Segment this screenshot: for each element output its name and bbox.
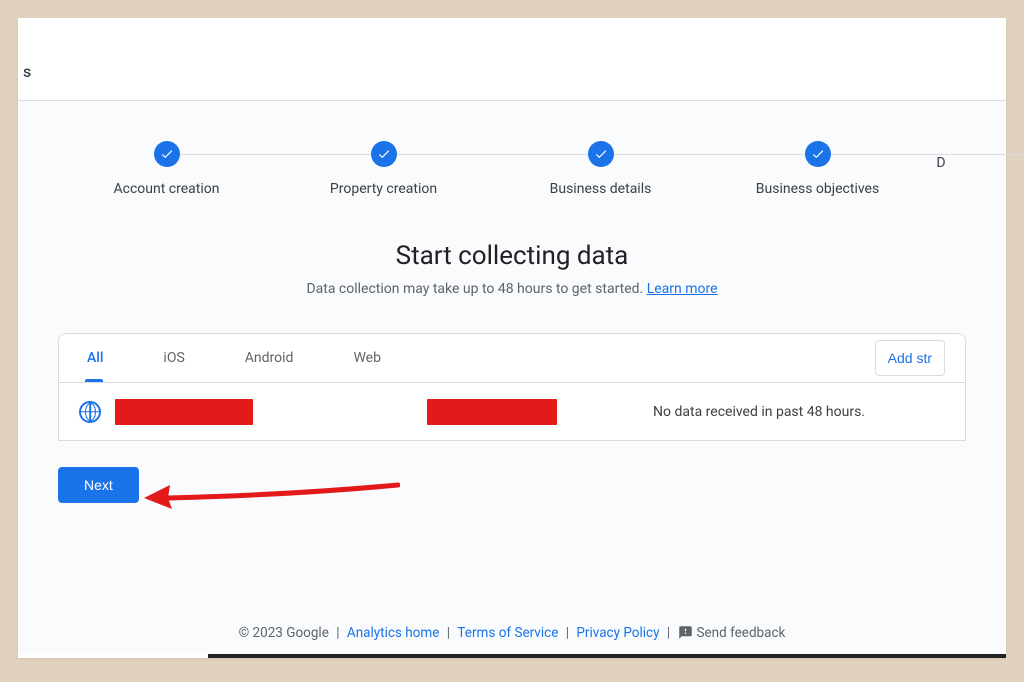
footer-analytics-home-link[interactable]: Analytics home <box>347 625 440 641</box>
data-streams-card: All iOS Android Web Add str No data rece… <box>58 333 966 441</box>
page-title: Start collecting data <box>58 241 966 271</box>
step-business-details: Business details <box>492 141 709 197</box>
learn-more-link[interactable]: Learn more <box>647 281 718 297</box>
step-business-objectives: Business objectives <box>709 141 926 197</box>
stream-tabs: All iOS Android Web Add str <box>59 334 965 382</box>
tab-web[interactable]: Web <box>345 334 389 382</box>
stream-status: No data received in past 48 hours. <box>653 404 865 420</box>
step-data-collection-partial: D <box>926 141 966 171</box>
check-icon <box>154 141 180 167</box>
tab-ios[interactable]: iOS <box>155 334 192 382</box>
redacted-stream-url <box>427 399 557 425</box>
footer-feedback-link[interactable]: Send feedback <box>697 625 786 641</box>
check-icon <box>371 141 397 167</box>
topbar-fragment: s <box>23 62 31 81</box>
subtitle-text: Data collection may take up to 48 hours … <box>306 281 646 297</box>
page-subtitle: Data collection may take up to 48 hours … <box>58 281 966 297</box>
stepper: Account creation Property creation Busin… <box>58 141 966 233</box>
step-account-creation: Account creation <box>58 141 275 197</box>
footer-terms-link[interactable]: Terms of Service <box>457 625 558 641</box>
footer: © 2023 Google | Analytics home | Terms o… <box>18 625 1006 644</box>
bottom-strip <box>208 654 1006 658</box>
topbar: s <box>18 18 1006 100</box>
step-label: Account creation <box>114 181 220 197</box>
check-icon <box>588 141 614 167</box>
step-label: Property creation <box>330 181 437 197</box>
step-label: D <box>936 155 945 171</box>
window-surface: s Account creation Property creation <box>18 18 1006 658</box>
next-button[interactable]: Next <box>58 467 139 503</box>
redacted-stream-name <box>115 399 253 425</box>
add-stream-button[interactable]: Add str <box>875 340 945 376</box>
web-icon <box>79 401 101 423</box>
footer-copyright: © 2023 Google <box>239 625 329 641</box>
feedback-icon <box>678 625 693 644</box>
step-property-creation: Property creation <box>275 141 492 197</box>
footer-privacy-link[interactable]: Privacy Policy <box>576 625 659 641</box>
check-icon <box>805 141 831 167</box>
tab-all[interactable]: All <box>79 334 111 382</box>
stream-row[interactable]: No data received in past 48 hours. <box>59 382 965 440</box>
step-label: Business details <box>550 181 652 197</box>
step-label: Business objectives <box>756 181 879 197</box>
content-area: Account creation Property creation Busin… <box>18 100 1006 654</box>
tab-android[interactable]: Android <box>237 334 302 382</box>
